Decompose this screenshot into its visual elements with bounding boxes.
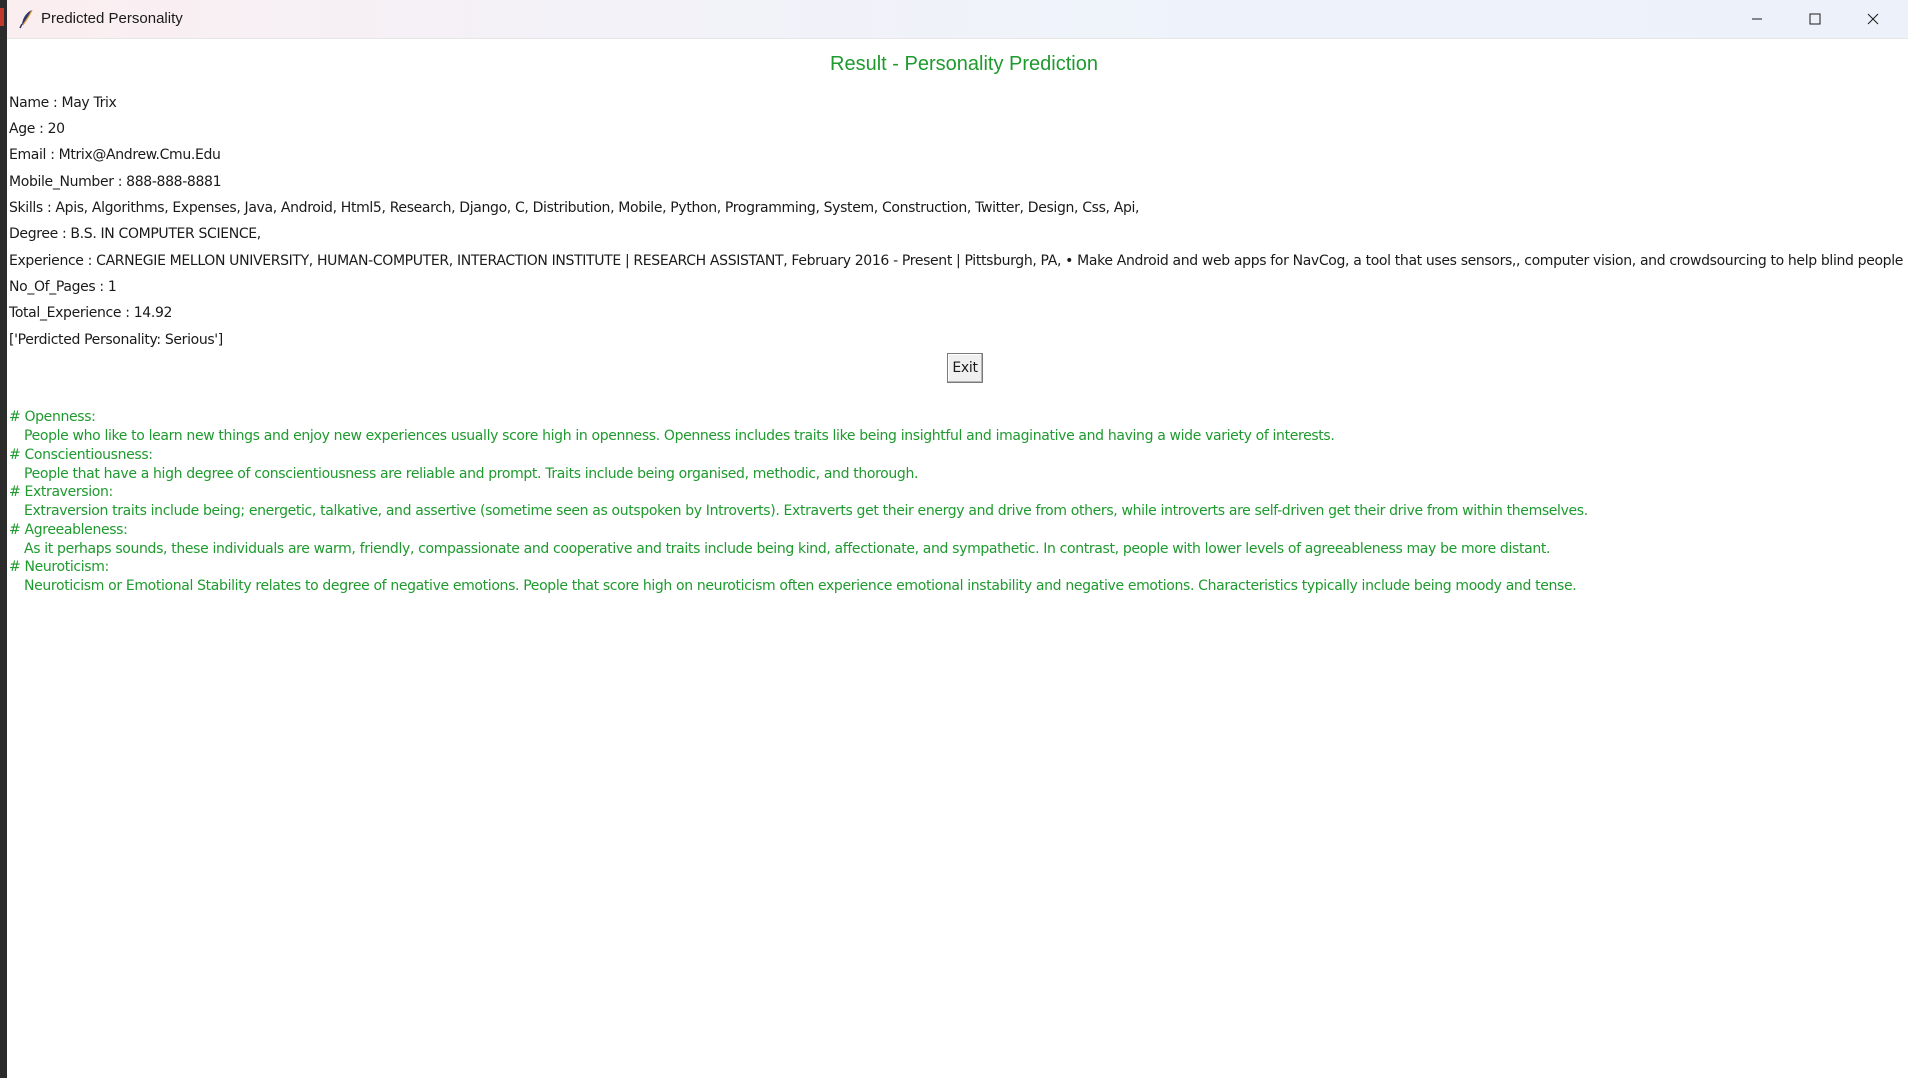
- email-label: Email : Mtrix@Andrew.Cmu.Edu: [9, 147, 221, 163]
- skills-label: Skills : Apis, Algorithms, Expenses, Jav…: [9, 200, 1140, 216]
- mobile-number-label: Mobile_Number : 888-888-8881: [9, 174, 222, 190]
- experience-label: Experience : CARNEGIE MELLON UNIVERSITY,…: [9, 253, 1908, 269]
- pages-label: No_Of_Pages : 1: [9, 279, 117, 295]
- total-experience-label: Total_Experience : 14.92: [9, 305, 173, 321]
- trait-heading-conscientiousness: # Conscientiousness:: [9, 447, 153, 463]
- trait-description-neuroticism: Neuroticism or Emotional Stability relat…: [24, 578, 1577, 594]
- trait-description-conscientiousness: People that have a high degree of consci…: [24, 466, 919, 482]
- trait-heading-agreeableness: # Agreeableness:: [9, 522, 128, 538]
- trait-heading-openness: # Openness:: [9, 409, 96, 425]
- age-label: Age : 20: [9, 121, 65, 137]
- background-desktop-edge: [0, 0, 7, 1078]
- title-bar[interactable]: Predicted Personality: [7, 0, 1908, 39]
- exit-button[interactable]: Exit: [947, 353, 983, 383]
- degree-label: Degree : B.S. IN COMPUTER SCIENCE,: [9, 226, 261, 242]
- feather-icon: [18, 9, 36, 29]
- result-panel: Result - Personality Prediction Name : M…: [7, 38, 1908, 1078]
- minimize-button[interactable]: [1728, 0, 1786, 38]
- close-button[interactable]: [1844, 0, 1902, 38]
- minimize-icon: [1751, 10, 1763, 29]
- name-label: Name : May Trix: [9, 95, 117, 111]
- maximize-button[interactable]: [1786, 0, 1844, 38]
- close-icon: [1867, 10, 1879, 29]
- app-window: Predicted Personality Result - Personali…: [7, 0, 1908, 1078]
- trait-heading-extraversion: # Extraversion:: [9, 484, 113, 500]
- trait-description-openness: People who like to learn new things and …: [24, 428, 1335, 444]
- trait-description-extraversion: Extraversion traits include being; energ…: [24, 503, 1588, 519]
- trait-description-agreeableness: As it perhaps sounds, these individuals …: [24, 541, 1551, 557]
- trait-heading-neuroticism: # Neuroticism:: [9, 559, 109, 575]
- background-window-edge: [0, 8, 4, 26]
- window-title: Predicted Personality: [41, 10, 183, 27]
- maximize-icon: [1809, 10, 1821, 29]
- page-title: Result - Personality Prediction: [830, 53, 1098, 75]
- predicted-personality-label: ['Perdicted Personality: Serious']: [9, 332, 223, 348]
